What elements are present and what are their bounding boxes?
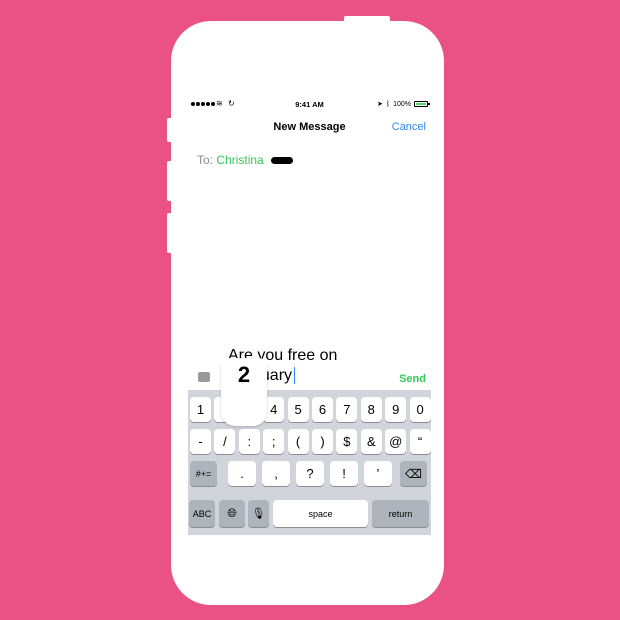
backspace-icon: ⌫ xyxy=(405,466,422,481)
space-key[interactable]: space xyxy=(273,500,368,527)
key-5[interactable]: 6 xyxy=(312,397,333,422)
globe-key[interactable]: 🌐︎ xyxy=(219,500,245,527)
key-punctuation[interactable]: , xyxy=(262,461,290,486)
key-symbol[interactable]: : xyxy=(238,429,260,454)
key-symbol[interactable]: ; xyxy=(263,429,285,454)
nav-bar: New Message Cancel xyxy=(188,118,431,136)
key-7[interactable]: 8 xyxy=(360,397,382,422)
key-0[interactable]: 1 xyxy=(190,397,211,422)
key-popup: 2 xyxy=(221,358,267,426)
key-8[interactable]: 9 xyxy=(385,397,407,422)
key-symbol[interactable]: & xyxy=(360,429,382,454)
key-punctuation[interactable]: . xyxy=(228,461,256,486)
globe-icon: 🌐︎ xyxy=(227,506,237,520)
camera-icon[interactable] xyxy=(198,372,210,382)
send-button[interactable]: Send xyxy=(399,373,426,385)
key-symbol[interactable]: @ xyxy=(385,429,407,454)
key-symbol[interactable]: ( xyxy=(287,429,309,454)
status-bar: ≋ ↻ 9:41 AM ➤ ᛒ 100% xyxy=(188,99,431,111)
key-symbol[interactable]: / xyxy=(214,429,236,454)
key-punctuation[interactable]: ’ xyxy=(364,461,392,486)
phone-screen: ≋ ↻ 9:41 AM ➤ ᛒ 100% New Message Cancel … xyxy=(188,96,431,535)
microphone-key[interactable]: 🎙︎ xyxy=(248,500,269,527)
microphone-icon: 🎙︎ xyxy=(251,508,266,520)
recipient-name[interactable]: Christina xyxy=(216,153,263,167)
text-cursor xyxy=(294,367,296,385)
backspace-key[interactable]: ⌫ xyxy=(400,461,427,486)
key-6[interactable]: 7 xyxy=(336,397,358,422)
location-icon: ➤ xyxy=(377,101,383,108)
key-9[interactable]: 0 xyxy=(409,397,431,422)
battery-percent: 100% xyxy=(393,100,411,108)
key-4[interactable]: 5 xyxy=(287,397,309,422)
battery-icon xyxy=(414,101,430,107)
key-symbol[interactable]: ) xyxy=(312,429,333,454)
key-symbol[interactable]: $ xyxy=(336,429,358,454)
return-key[interactable]: return xyxy=(372,500,429,527)
redacted-mark xyxy=(271,157,294,165)
key-symbol[interactable]: - xyxy=(190,429,211,454)
abc-key[interactable]: ABC xyxy=(189,500,215,527)
cancel-button[interactable]: Cancel xyxy=(392,121,426,133)
bluetooth-icon: ᛒ xyxy=(385,100,391,108)
key-symbol[interactable]: “ xyxy=(409,429,431,454)
to-label: To: xyxy=(197,153,214,167)
key-punctuation[interactable]: ! xyxy=(330,461,358,486)
key-punctuation[interactable]: ? xyxy=(296,461,324,486)
more-symbols-key[interactable]: #+= xyxy=(190,461,217,486)
recipient-field[interactable]: To: Christina xyxy=(197,153,294,167)
